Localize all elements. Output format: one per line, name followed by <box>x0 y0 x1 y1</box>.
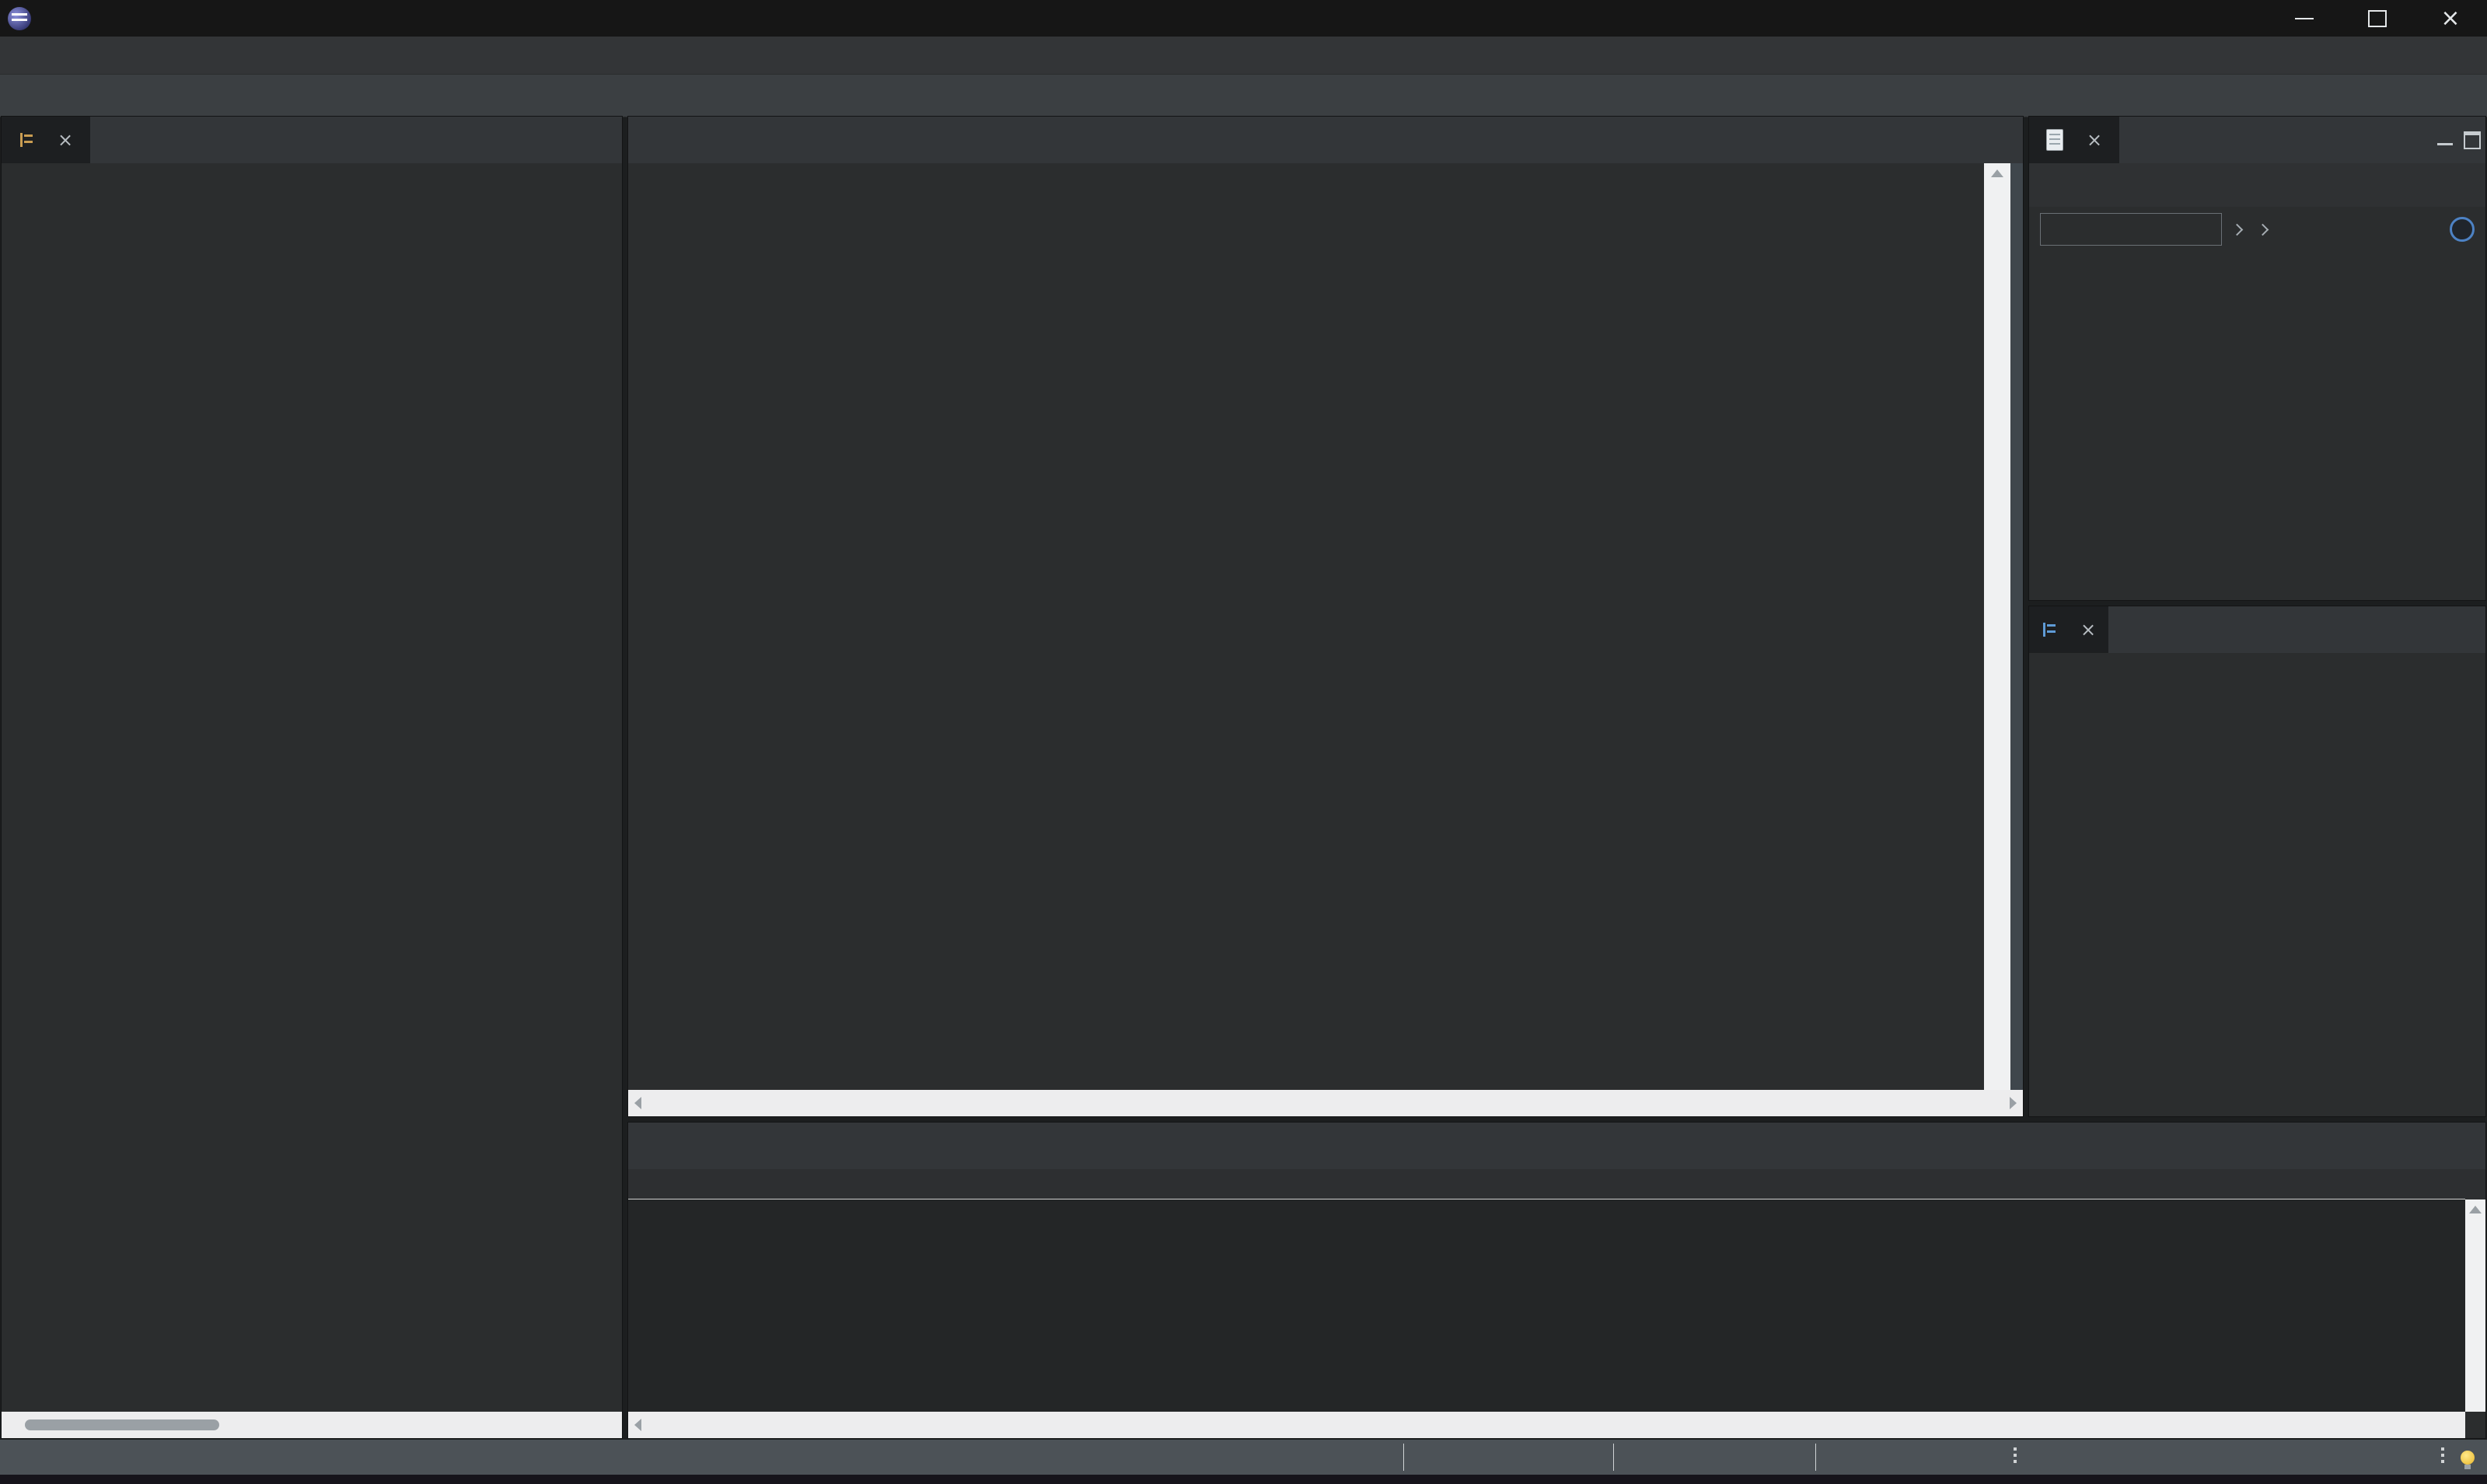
task-list-minmax <box>2437 117 2485 163</box>
maximize-button[interactable] <box>2341 0 2414 37</box>
find-input[interactable] <box>2040 213 2222 246</box>
chevron-right-icon <box>2256 223 2269 236</box>
close-button[interactable]: × <box>2414 0 2487 37</box>
console-panel <box>628 1123 2485 1438</box>
maximize-view-icon[interactable] <box>2464 131 2481 149</box>
package-explorer-hscrollbar[interactable] <box>2 1412 622 1438</box>
eclipse-ide-window: × × × × <box>0 0 2487 1484</box>
tab-outline[interactable]: × <box>2029 606 2109 653</box>
status-overflow-right-icon[interactable] <box>2441 1447 2444 1451</box>
scroll-left-icon[interactable] <box>634 1419 641 1431</box>
lightbulb-icon <box>2461 1450 2475 1469</box>
minimize-button[interactable] <box>2268 0 2341 37</box>
editor-vscrollbar[interactable] <box>1984 163 2010 1090</box>
status-overflow-icon[interactable] <box>2014 1447 2017 1451</box>
close-icon: × <box>2440 4 2461 32</box>
outline-icon <box>2042 623 2057 637</box>
minimize-icon <box>2295 17 2314 19</box>
package-explorer-header: × <box>2 117 622 163</box>
package-explorer-icon <box>19 133 34 147</box>
chevron-right-icon <box>2230 223 2244 236</box>
editor-hscrollbar[interactable] <box>628 1090 2023 1116</box>
package-explorer-tree <box>2 163 622 168</box>
task-list-panel: × <box>2029 117 2485 600</box>
title-bar: × <box>0 0 2487 37</box>
close-view-icon[interactable]: × <box>58 129 73 151</box>
outline-toolbar <box>2479 606 2485 653</box>
help-icon[interactable] <box>2450 217 2475 242</box>
eclipse-logo-icon <box>8 6 31 30</box>
scrollbar-thumb[interactable] <box>25 1419 219 1430</box>
package-explorer-panel: × <box>2 117 622 1438</box>
task-list-find-row <box>2029 207 2485 252</box>
scroll-up-icon[interactable] <box>1991 169 2003 177</box>
close-view-icon[interactable]: × <box>2080 619 2096 641</box>
outline-panel: × <box>2029 606 2485 1116</box>
overview-ruler[interactable] <box>2010 163 2023 1090</box>
scope-all[interactable] <box>2230 223 2248 236</box>
task-list-header: × <box>2029 117 2485 163</box>
scroll-right-icon[interactable] <box>2010 1097 2017 1109</box>
tab-package-explorer[interactable]: × <box>2 117 91 163</box>
console-vscrollbar[interactable] <box>2465 1199 2485 1412</box>
smart-mode-bulb[interactable] <box>2461 1440 2475 1475</box>
outline-tree <box>2029 653 2485 658</box>
editor-tab-bar <box>628 117 2023 163</box>
console-status-line <box>628 1169 2485 1199</box>
menu-bar <box>0 37 2487 75</box>
task-list-icon <box>2046 129 2063 151</box>
console-output <box>628 1199 2465 1412</box>
editor-area <box>628 117 2023 1116</box>
scroll-up-icon[interactable] <box>2469 1206 2482 1213</box>
editor-content[interactable] <box>628 163 2023 1090</box>
minimize-view-icon[interactable] <box>2437 142 2453 145</box>
close-view-icon[interactable]: × <box>2087 129 2102 151</box>
console-hscrollbar[interactable] <box>628 1412 2465 1438</box>
window-controls: × <box>2268 0 2487 37</box>
scroll-left-icon[interactable] <box>634 1097 641 1109</box>
outline-header: × <box>2029 606 2485 653</box>
tab-task-list[interactable]: × <box>2029 117 2120 163</box>
status-bar <box>0 1440 2487 1475</box>
main-toolbar <box>0 75 2487 117</box>
activate-task[interactable] <box>2256 223 2273 236</box>
bottom-edge <box>0 1475 2487 1484</box>
package-explorer-toolbar <box>616 117 622 163</box>
console-tab-bar <box>628 1123 2485 1169</box>
maximize-icon <box>2368 9 2387 27</box>
task-list-toolbar <box>2029 163 2485 207</box>
